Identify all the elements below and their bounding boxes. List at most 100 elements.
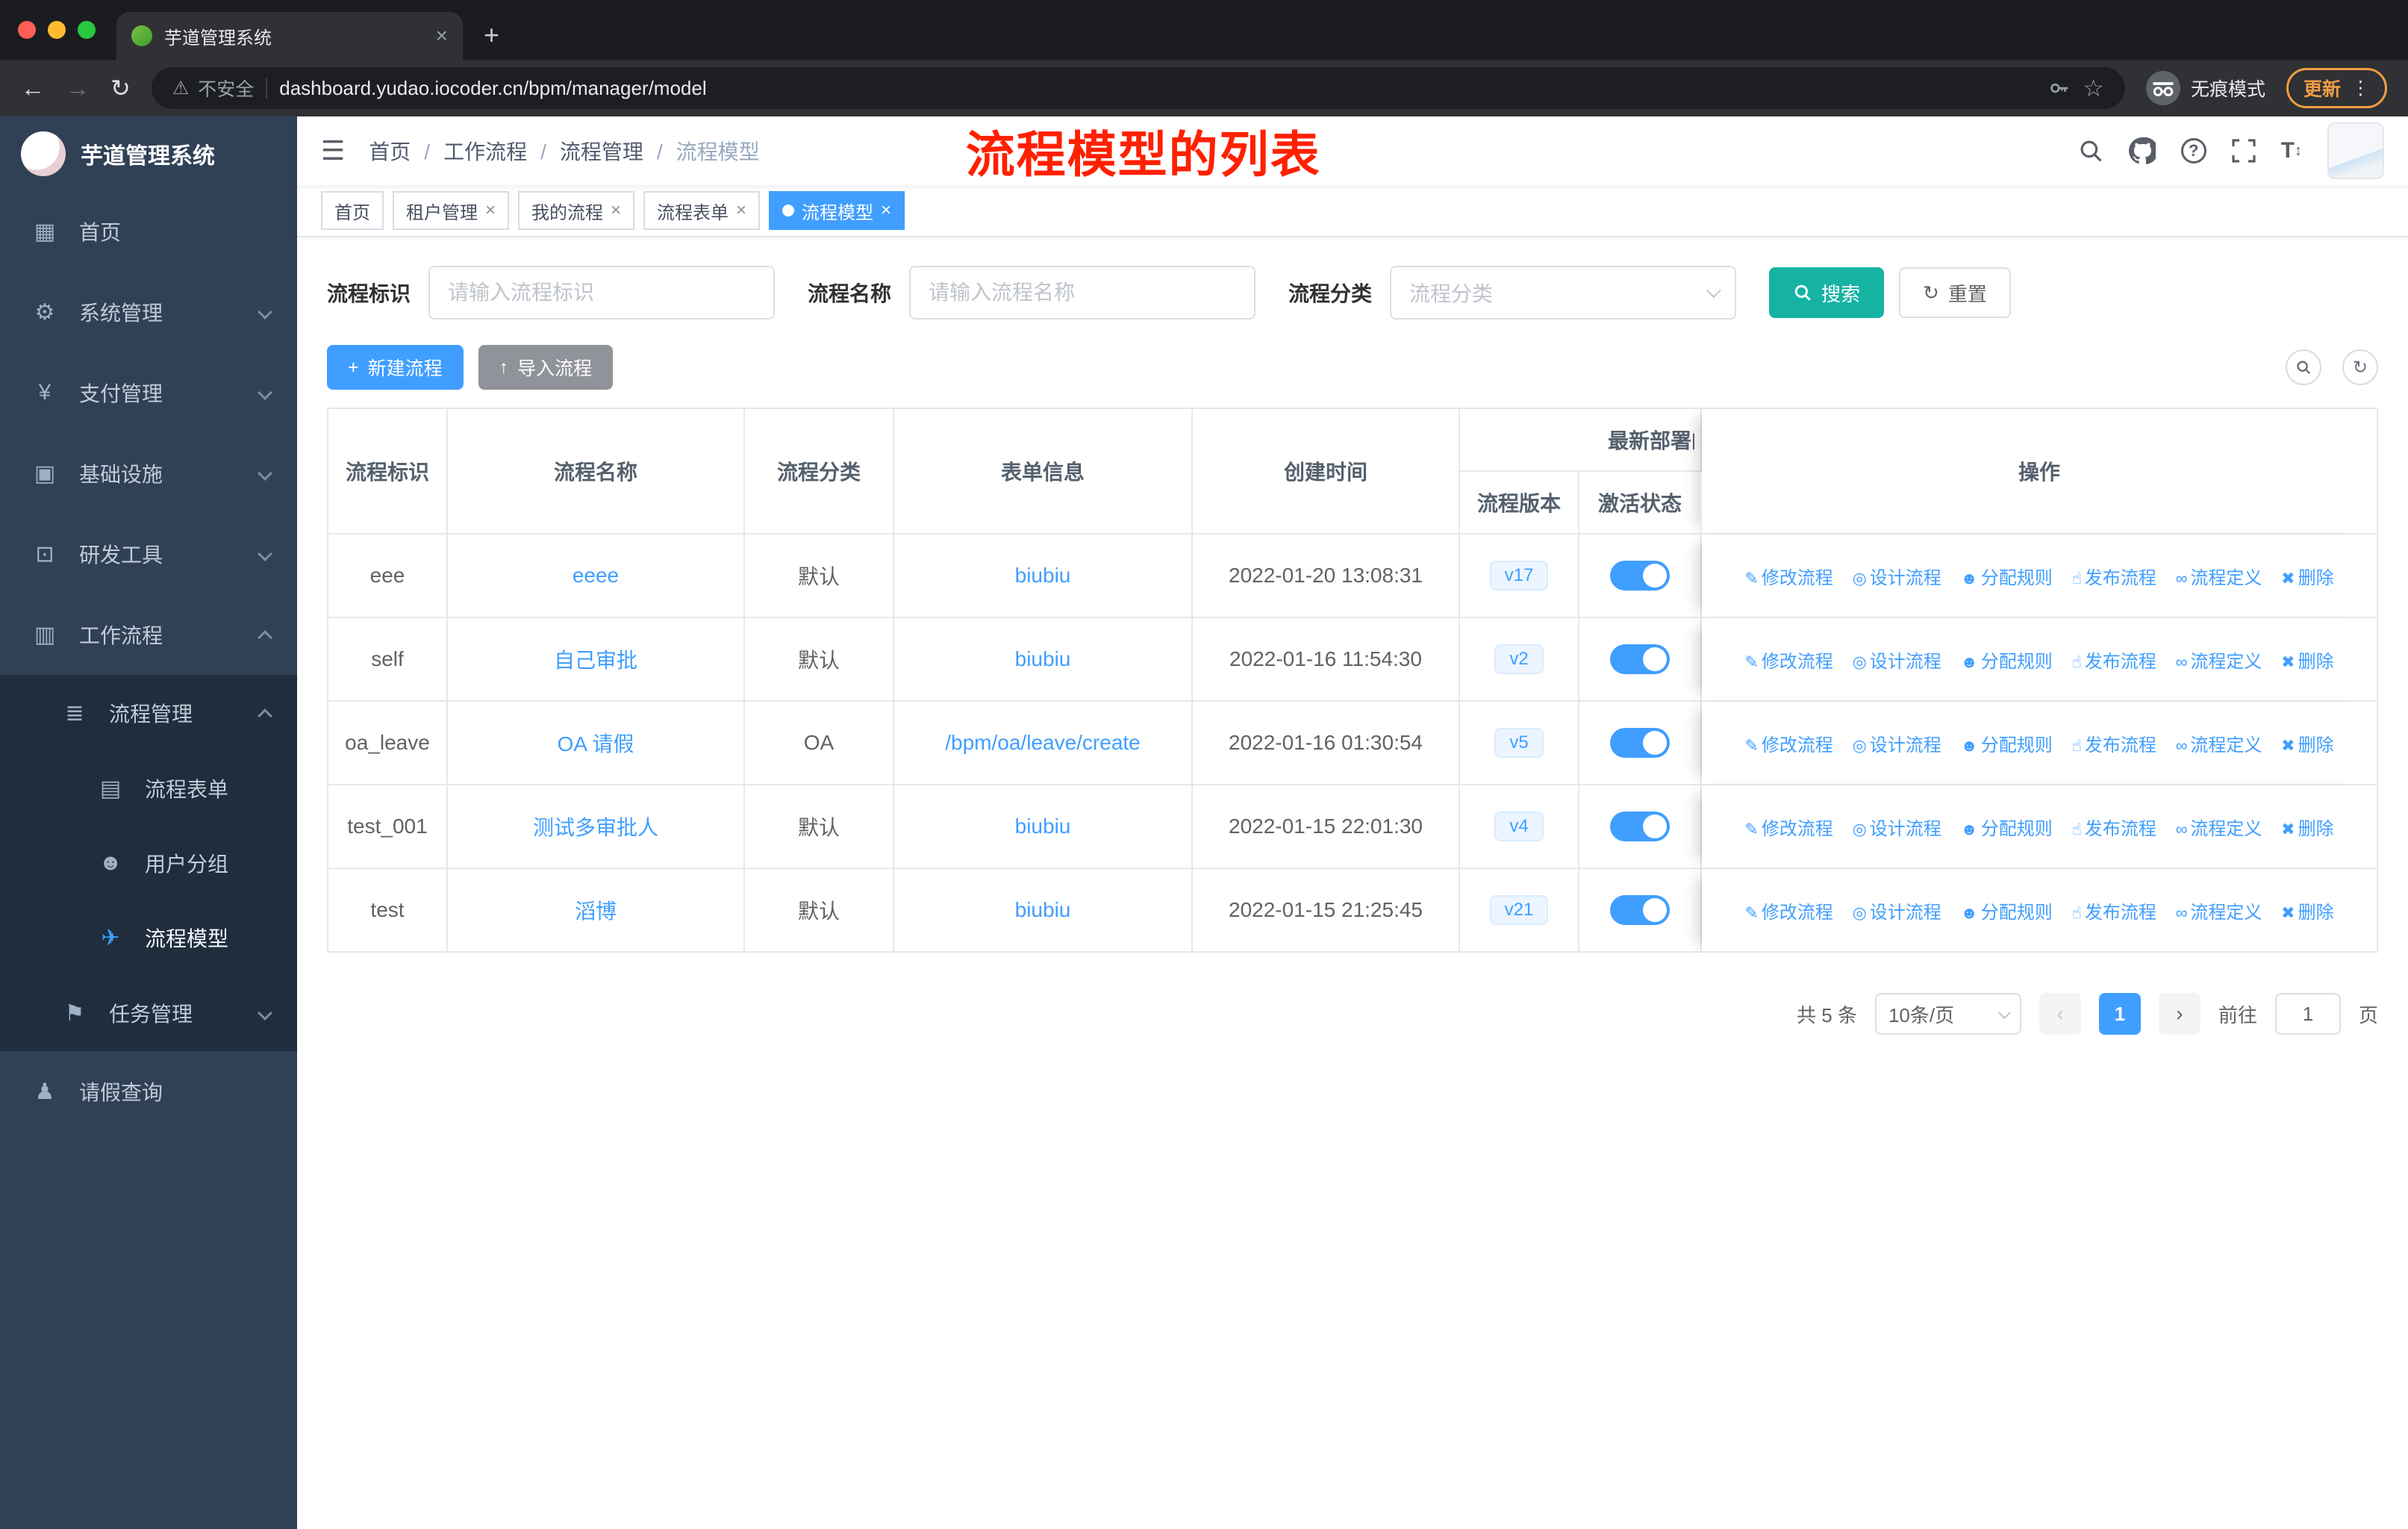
process-definition-link[interactable]: ∞ 流程定义: [2176, 568, 2262, 588]
security-chip[interactable]: ⚠ 不安全: [172, 75, 254, 102]
sidebar-item-user-group[interactable]: ☻ 用户分组: [0, 826, 297, 900]
browser-menu-icon[interactable]: ⋮: [2351, 77, 2370, 99]
delete-link[interactable]: ✖ 删除: [2281, 819, 2333, 839]
design-process-link[interactable]: ◎ 设计流程: [1853, 819, 1941, 839]
create-process-button[interactable]: + 新建流程: [327, 345, 464, 390]
search-icon[interactable]: [2078, 138, 2103, 164]
help-icon[interactable]: ?: [2180, 138, 2206, 164]
sidebar-item-workflow[interactable]: ▥ 工作流程: [0, 594, 297, 675]
active-toggle[interactable]: [1610, 561, 1670, 591]
font-size-icon[interactable]: T ↕: [2281, 138, 2302, 164]
model-name-link[interactable]: 滔博: [575, 900, 617, 923]
forward-icon[interactable]: →: [66, 75, 90, 102]
current-page-button[interactable]: 1: [2098, 993, 2141, 1035]
form-link[interactable]: biubiu: [1015, 647, 1071, 670]
sidebar-item-dev-tools[interactable]: ⊡ 研发工具: [0, 514, 297, 594]
breadcrumb-item[interactable]: 流程管理: [527, 136, 643, 166]
category-select[interactable]: 流程分类: [1390, 266, 1737, 320]
model-name-link[interactable]: eeee: [573, 564, 619, 587]
form-link[interactable]: /bpm/oa/leave/create: [945, 731, 1141, 754]
reset-button[interactable]: ↻ 重置: [1899, 267, 2011, 318]
back-icon[interactable]: ←: [21, 75, 45, 102]
password-key-icon[interactable]: [2048, 77, 2071, 99]
edit-process-link[interactable]: ✎ 修改流程: [1744, 568, 1832, 588]
breadcrumb-item[interactable]: 首页: [369, 136, 411, 166]
process-name-input[interactable]: [909, 266, 1256, 320]
minimize-window-button[interactable]: [48, 21, 66, 39]
sidebar-item-infra[interactable]: ▣ 基础设施: [0, 433, 297, 514]
close-window-button[interactable]: [18, 21, 36, 39]
tab-close-icon[interactable]: ×: [436, 24, 448, 48]
refresh-table-button[interactable]: ↻: [2342, 349, 2378, 385]
browser-tab[interactable]: 芋道管理系统 ×: [116, 12, 463, 60]
import-process-button[interactable]: ↑ 导入流程: [478, 345, 614, 390]
process-definition-link[interactable]: ∞ 流程定义: [2176, 652, 2262, 672]
assign-rule-link[interactable]: ☻ 分配规则: [1961, 568, 2053, 588]
new-tab-button[interactable]: +: [463, 19, 520, 60]
edit-process-link[interactable]: ✎ 修改流程: [1744, 903, 1832, 923]
design-process-link[interactable]: ◎ 设计流程: [1853, 903, 1941, 923]
sidebar-item-task-management[interactable]: ⚑ 任务管理: [0, 975, 297, 1051]
edit-process-link[interactable]: ✎ 修改流程: [1744, 652, 1832, 672]
publish-process-link[interactable]: ☝ 发布流程: [2072, 735, 2156, 756]
active-toggle[interactable]: [1610, 644, 1670, 674]
assign-rule-link[interactable]: ☻ 分配规则: [1961, 819, 2053, 839]
sidebar-item-system[interactable]: ⚙ 系统管理: [0, 272, 297, 352]
tag-process-model[interactable]: 流程模型 ×: [769, 191, 905, 230]
active-toggle[interactable]: [1610, 895, 1670, 925]
delete-link[interactable]: ✖ 删除: [2281, 568, 2333, 588]
edit-process-link[interactable]: ✎ 修改流程: [1744, 819, 1832, 839]
model-name-link[interactable]: 测试多审批人: [533, 816, 658, 839]
sidebar-item-process-model[interactable]: ✈ 流程模型: [0, 900, 297, 975]
hamburger-icon[interactable]: ☰: [321, 135, 345, 166]
design-process-link[interactable]: ◎ 设计流程: [1853, 568, 1941, 588]
delete-link[interactable]: ✖ 删除: [2281, 903, 2333, 923]
publish-process-link[interactable]: ☝ 发布流程: [2072, 568, 2156, 588]
sidebar-item-home[interactable]: ▦ 首页: [0, 191, 297, 272]
process-definition-link[interactable]: ∞ 流程定义: [2176, 903, 2262, 923]
prev-page-button[interactable]: ‹: [2039, 993, 2081, 1035]
process-definition-link[interactable]: ∞ 流程定义: [2176, 735, 2262, 756]
breadcrumb-item[interactable]: 工作流程: [411, 136, 527, 166]
model-name-link[interactable]: OA 请假: [558, 732, 634, 756]
form-link[interactable]: biubiu: [1015, 815, 1071, 838]
goto-page-input[interactable]: [2274, 993, 2341, 1035]
publish-process-link[interactable]: ☝ 发布流程: [2072, 903, 2156, 923]
design-process-link[interactable]: ◎ 设计流程: [1853, 735, 1941, 756]
form-link[interactable]: biubiu: [1015, 898, 1071, 921]
sidebar-item-process-form[interactable]: ▤ 流程表单: [0, 751, 297, 826]
tag-my-process[interactable]: 我的流程 ×: [518, 191, 635, 230]
tag-close-icon[interactable]: ×: [881, 200, 891, 221]
toggle-search-button[interactable]: [2286, 349, 2321, 385]
address-bar[interactable]: ⚠ 不安全 dashboard.yudao.iocoder.cn/bpm/man…: [151, 67, 2125, 109]
active-toggle[interactable]: [1610, 812, 1670, 841]
browser-update-button[interactable]: 更新 ⋮: [2286, 68, 2387, 108]
search-button[interactable]: 搜索: [1769, 267, 1885, 318]
tag-close-icon[interactable]: ×: [611, 200, 621, 221]
next-page-button[interactable]: ›: [2158, 993, 2200, 1035]
delete-link[interactable]: ✖ 删除: [2281, 735, 2333, 756]
reload-icon[interactable]: ↻: [110, 74, 131, 102]
bookmark-star-icon[interactable]: ☆: [2083, 74, 2104, 102]
delete-link[interactable]: ✖ 删除: [2281, 652, 2333, 672]
assign-rule-link[interactable]: ☻ 分配规则: [1961, 903, 2053, 923]
tag-home[interactable]: 首页: [321, 191, 384, 230]
github-icon[interactable]: [2128, 137, 2156, 164]
tag-close-icon[interactable]: ×: [736, 200, 746, 221]
assign-rule-link[interactable]: ☻ 分配规则: [1961, 652, 2053, 672]
user-avatar[interactable]: [2327, 122, 2384, 179]
active-toggle[interactable]: [1610, 728, 1670, 758]
fullscreen-icon[interactable]: [2232, 139, 2256, 163]
tag-process-form[interactable]: 流程表单 ×: [643, 191, 761, 230]
publish-process-link[interactable]: ☝ 发布流程: [2072, 819, 2156, 839]
form-link[interactable]: biubiu: [1015, 564, 1071, 587]
publish-process-link[interactable]: ☝ 发布流程: [2072, 652, 2156, 672]
tag-close-icon[interactable]: ×: [485, 200, 496, 221]
sidebar-item-leave-query[interactable]: ♟ 请假查询: [0, 1051, 297, 1132]
edit-process-link[interactable]: ✎ 修改流程: [1744, 735, 1832, 756]
sidebar-item-process-management[interactable]: ≣ 流程管理: [0, 675, 297, 751]
zoom-window-button[interactable]: [78, 21, 96, 39]
tag-tenant[interactable]: 租户管理 ×: [393, 191, 510, 230]
process-definition-link[interactable]: ∞ 流程定义: [2176, 819, 2262, 839]
sidebar-item-pay[interactable]: ¥ 支付管理: [0, 352, 297, 433]
